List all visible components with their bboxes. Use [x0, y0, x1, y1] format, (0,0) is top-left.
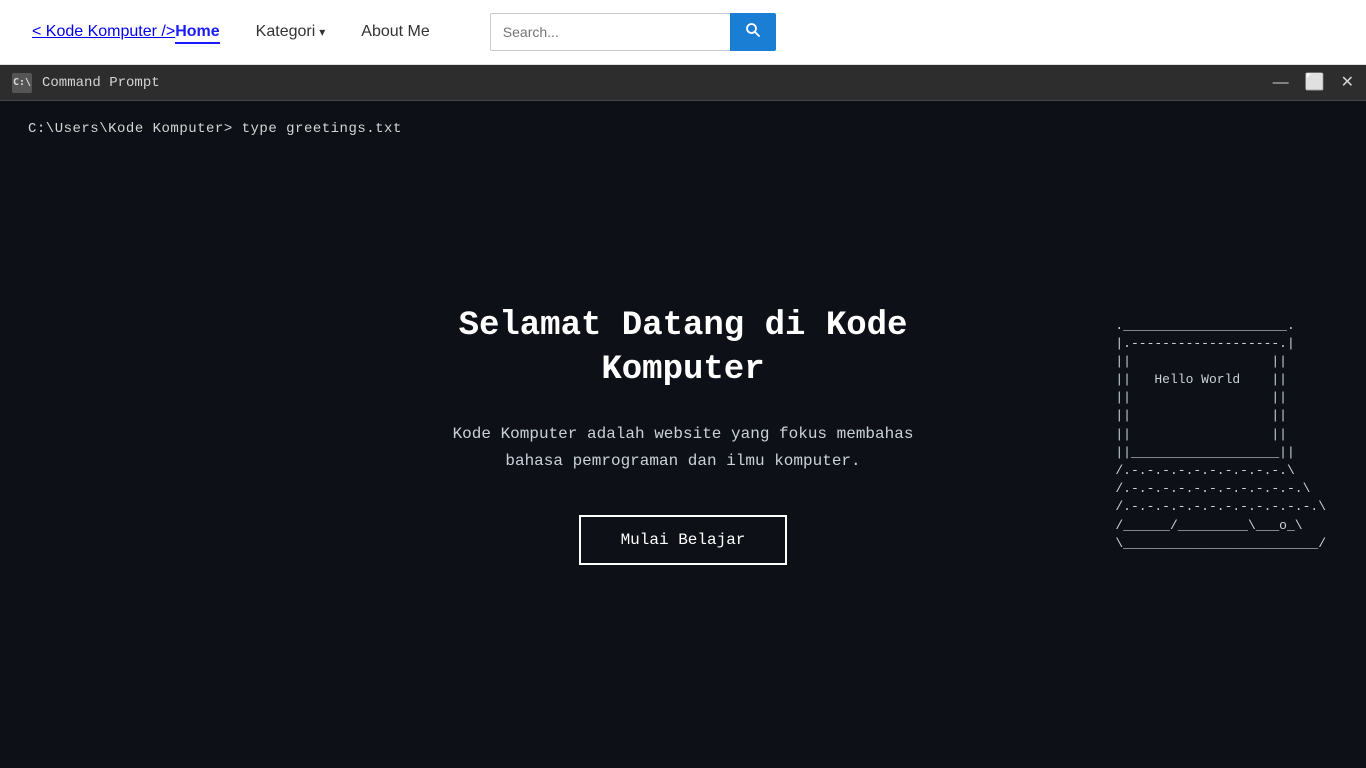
cmd-titlebar: C:\ Command Prompt — ⬜ ✕	[0, 65, 1366, 101]
hero-cta-button[interactable]: Mulai Belajar	[579, 515, 788, 565]
hero-section: Selamat Datang di Kode Komputer Kode Kom…	[423, 304, 943, 565]
chevron-down-icon: ▾	[319, 25, 325, 39]
nav-links: Home Kategori ▾ About Me	[175, 23, 430, 41]
cmd-controls: — ⬜ ✕	[1273, 75, 1354, 91]
navbar: < Kode Komputer /> Home Kategori ▾ About…	[0, 0, 1366, 65]
nav-item-kategori[interactable]: Kategori ▾	[256, 23, 326, 41]
hero-title: Selamat Datang di Kode Komputer	[423, 304, 943, 392]
nav-logo[interactable]: < Kode Komputer />	[32, 23, 175, 41]
logo-brand: Kode Komputer	[46, 23, 157, 40]
nav-item-about[interactable]: About Me	[361, 23, 429, 41]
nav-item-home[interactable]: Home	[175, 23, 219, 41]
cmd-body: C:\Users\Kode Komputer> type greetings.t…	[0, 101, 1366, 768]
maximize-button[interactable]: ⬜	[1305, 75, 1325, 91]
nav-link-kategori[interactable]: Kategori ▾	[256, 23, 326, 41]
search-icon	[745, 22, 761, 43]
search-button[interactable]	[730, 13, 776, 51]
cmd-prompt-line: C:\Users\Kode Komputer> type greetings.t…	[28, 121, 402, 137]
ascii-art: ._____________________.|.---------------…	[1115, 316, 1326, 552]
cmd-window: C:\ Command Prompt — ⬜ ✕ C:\Users\Kode K…	[0, 65, 1366, 768]
search-container	[490, 13, 776, 51]
logo-prefix: <	[32, 23, 46, 40]
close-button[interactable]: ✕	[1341, 75, 1354, 91]
search-input[interactable]	[490, 13, 730, 51]
cmd-title: Command Prompt	[42, 75, 1263, 91]
cmd-app-icon: C:\	[12, 73, 32, 93]
minimize-button[interactable]: —	[1273, 75, 1289, 91]
nav-link-home[interactable]: Home	[175, 23, 219, 44]
logo-suffix: />	[157, 23, 175, 40]
hero-description: Kode Komputer adalah website yang fokus …	[423, 421, 943, 475]
nav-link-about[interactable]: About Me	[361, 23, 429, 40]
